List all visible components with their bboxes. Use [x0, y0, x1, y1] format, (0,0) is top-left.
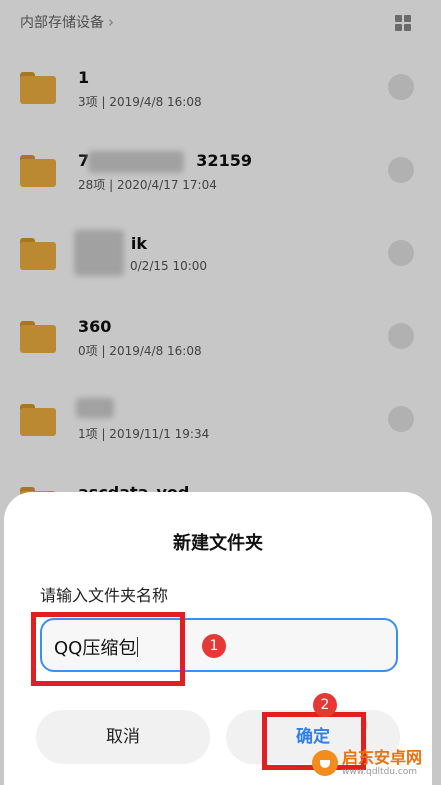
dialog-label: 请输入文件夹名称: [40, 586, 169, 605]
watermark-logo-icon: [312, 750, 338, 776]
watermark: 启东安卓网 www.qdltdu.com: [312, 744, 436, 782]
step-badge-1: 1: [202, 634, 226, 658]
step-badge-2: 2: [313, 693, 337, 717]
cancel-button[interactable]: 取消: [36, 710, 210, 764]
watermark-sub: www.qdltdu.com: [342, 766, 418, 777]
watermark-main: 启东安卓网: [342, 747, 423, 767]
annotation-box-1: [31, 612, 185, 686]
dialog-title: 新建文件夹: [173, 533, 263, 554]
